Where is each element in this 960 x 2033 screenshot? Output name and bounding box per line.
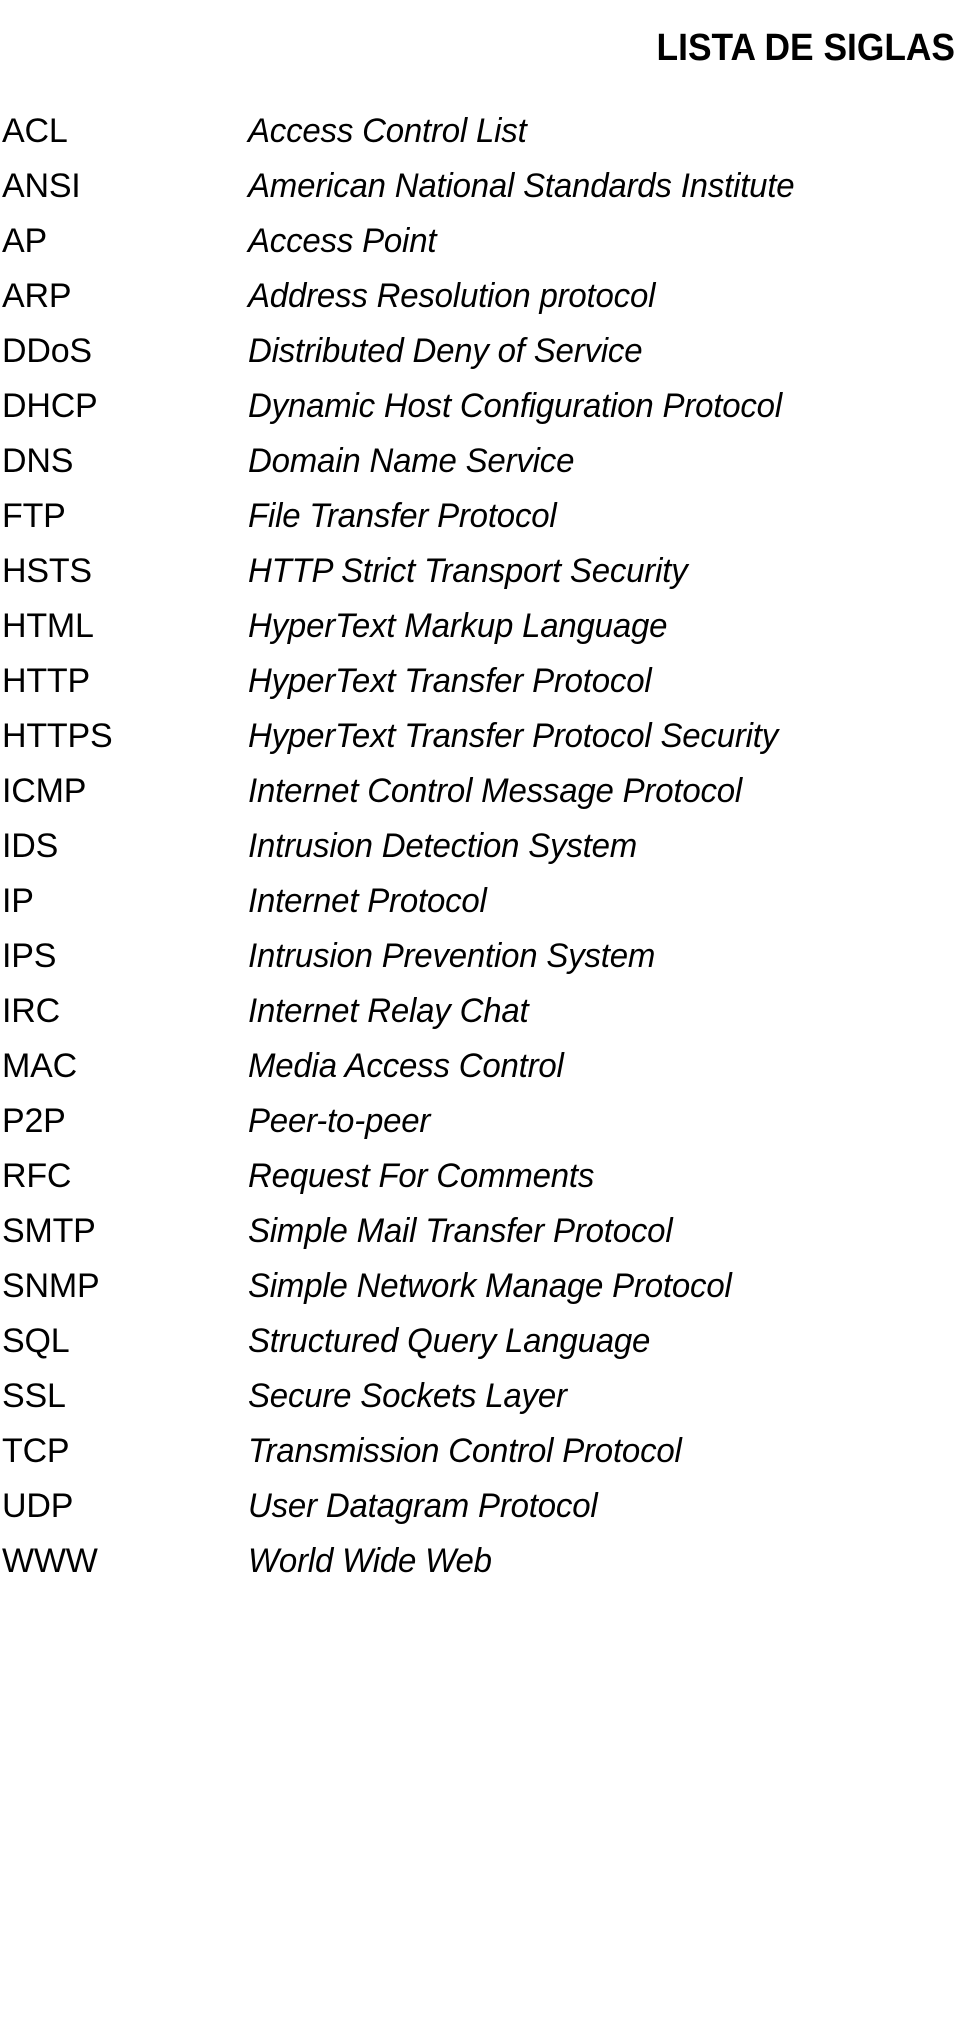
acronym-row: HTTP HyperText Transfer Protocol	[0, 654, 960, 709]
acronym-term: SNMP	[2, 1267, 100, 1305]
acronym-definition: Intrusion Detection System	[248, 827, 638, 865]
acronym-term: P2P	[2, 1102, 66, 1140]
acronym-row: UDP User Datagram Protocol	[0, 1479, 960, 1534]
acronym-row: ANSI American National Standards Institut…	[0, 159, 960, 214]
acronym-term: ACL	[2, 112, 68, 150]
acronym-definition: Internet Protocol	[248, 882, 487, 920]
acronym-list: ACL Access Control List ANSI American Natio…	[0, 104, 960, 1589]
acronym-row: DDoS Distributed Deny of Service	[0, 324, 960, 379]
acronym-definition: World Wide Web	[248, 1542, 492, 1580]
acronym-term: RFC	[2, 1157, 72, 1195]
acronym-term: HTTP	[2, 662, 90, 700]
acronym-row: DNS Domain Name Service	[0, 434, 960, 489]
acronym-definition: American National Standards Institute	[248, 167, 795, 205]
acronym-definition: Internet Control Message Protocol	[248, 772, 743, 810]
acronym-definition: Secure Sockets Layer	[248, 1377, 567, 1415]
acronym-row: SNMP Simple Network Manage Protocol	[0, 1259, 960, 1314]
acronym-term: UDP	[2, 1487, 74, 1525]
document-page: LISTA DE SIGLAS ACL Access Control List AN…	[0, 0, 960, 2033]
acronym-row: SMTP Simple Mail Transfer Protocol	[0, 1204, 960, 1259]
acronym-term: HTTPS	[2, 717, 113, 755]
acronym-definition: HyperText Transfer Protocol	[248, 662, 652, 700]
acronym-term: ANSI	[2, 167, 81, 205]
acronym-definition: Media Access Control	[248, 1047, 564, 1085]
acronym-definition: Simple Mail Transfer Protocol	[248, 1212, 673, 1250]
acronym-row: P2P Peer-to-peer	[0, 1094, 960, 1149]
acronym-definition: HTTP Strict Transport Security	[248, 552, 688, 590]
acronym-row: SSL Secure Sockets Layer	[0, 1369, 960, 1424]
acronym-definition: Structured Query Language	[248, 1322, 651, 1360]
acronym-row: DHCP Dynamic Host Configuration Protocol	[0, 379, 960, 434]
acronym-definition: HyperText Transfer Protocol Security	[248, 717, 779, 755]
acronym-definition: Request For Comments	[248, 1157, 595, 1195]
acronym-definition: Intrusion Prevention System	[248, 937, 656, 975]
acronym-term: DDoS	[2, 332, 92, 370]
acronym-row: MAC Media Access Control	[0, 1039, 960, 1094]
acronym-definition: Address Resolution protocol	[248, 277, 656, 315]
acronym-term: DNS	[2, 442, 74, 480]
acronym-definition: Access Control List	[248, 112, 527, 150]
acronym-term: IRC	[2, 992, 60, 1030]
acronym-term: SSL	[2, 1377, 66, 1415]
acronym-term: SQL	[2, 1322, 70, 1360]
acronym-row: HTTPS HyperText Transfer Protocol Securit…	[0, 709, 960, 764]
acronym-definition: HyperText Markup Language	[248, 607, 668, 645]
acronym-definition: Internet Relay Chat	[248, 992, 529, 1030]
acronym-definition: Distributed Deny of Service	[248, 332, 643, 370]
acronym-definition: Peer-to-peer	[248, 1102, 431, 1140]
acronym-term: AP	[2, 222, 47, 260]
acronym-term: DHCP	[2, 387, 98, 425]
acronym-definition: File Transfer Protocol	[248, 497, 557, 535]
acronym-row: WWW World Wide Web	[0, 1534, 960, 1589]
acronym-row: TCP Transmission Control Protocol	[0, 1424, 960, 1479]
acronym-row: FTP File Transfer Protocol	[0, 489, 960, 544]
acronym-row: RFC Request For Comments	[0, 1149, 960, 1204]
acronym-row: AP Access Point	[0, 214, 960, 269]
acronym-term: FTP	[2, 497, 66, 535]
acronym-row: SQL Structured Query Language	[0, 1314, 960, 1369]
acronym-term: ICMP	[2, 772, 87, 810]
acronym-row: HTML HyperText Markup Language	[0, 599, 960, 654]
acronym-definition: Domain Name Service	[248, 442, 575, 480]
acronym-term: MAC	[2, 1047, 77, 1085]
acronym-row: IDS Intrusion Detection System	[0, 819, 960, 874]
acronym-row: ARP Address Resolution protocol	[0, 269, 960, 324]
acronym-term: HTML	[2, 607, 94, 645]
acronym-term: WWW	[2, 1542, 98, 1580]
acronym-row: ICMP Internet Control Message Protocol	[0, 764, 960, 819]
acronym-definition: Dynamic Host Configuration Protocol	[248, 387, 782, 425]
acronym-row: IRC Internet Relay Chat	[0, 984, 960, 1039]
acronym-definition: Simple Network Manage Protocol	[248, 1267, 732, 1305]
acronym-term: IPS	[2, 937, 57, 975]
acronym-definition: User Datagram Protocol	[248, 1487, 598, 1525]
acronym-term: IDS	[2, 827, 59, 865]
acronym-term: IP	[2, 882, 34, 920]
acronym-row: ACL Access Control List	[0, 104, 960, 159]
acronym-row: IPS Intrusion Prevention System	[0, 929, 960, 984]
acronym-term: HSTS	[2, 552, 92, 590]
acronym-row: IP Internet Protocol	[0, 874, 960, 929]
acronym-row: HSTS HTTP Strict Transport Security	[0, 544, 960, 599]
acronym-definition: Access Point	[248, 222, 437, 260]
acronym-term: TCP	[2, 1432, 70, 1470]
acronym-term: SMTP	[2, 1212, 96, 1250]
acronym-definition: Transmission Control Protocol	[248, 1432, 682, 1470]
page-title: LISTA DE SIGLAS	[656, 27, 955, 70]
acronym-term: ARP	[2, 277, 72, 315]
